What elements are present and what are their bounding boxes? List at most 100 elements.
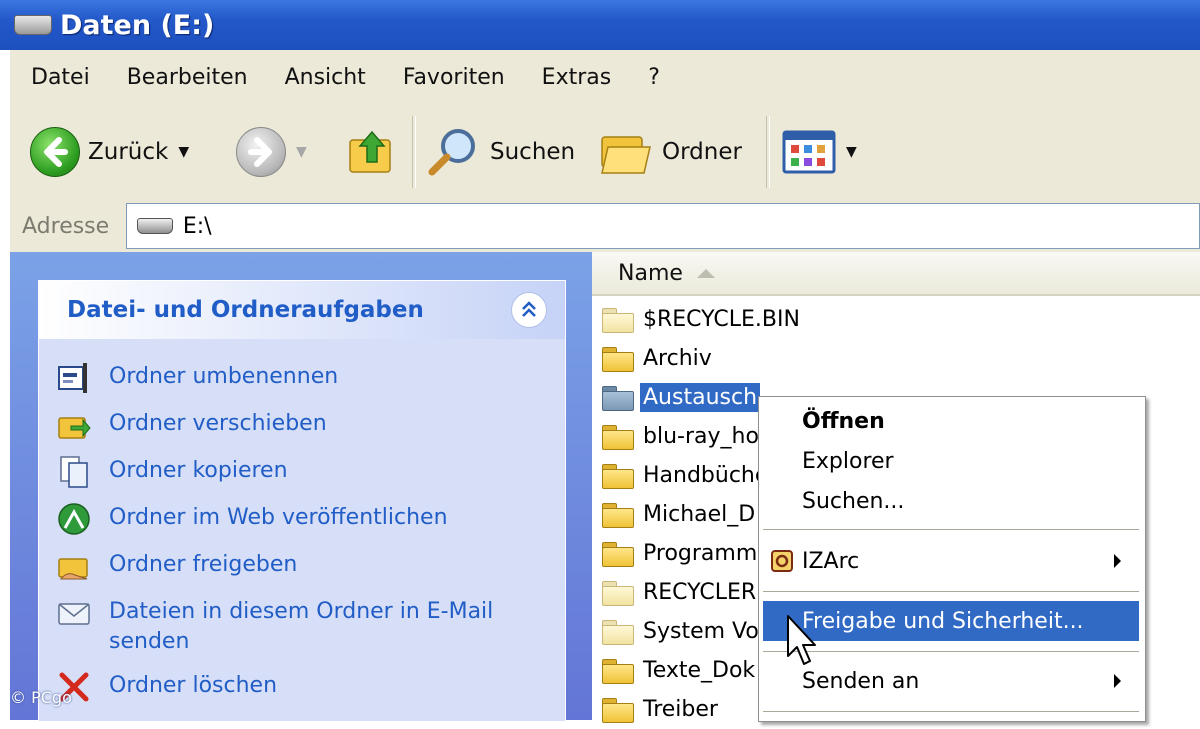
collapse-button[interactable] <box>511 292 547 328</box>
task-label: Dateien in diesem Ordner in E-Mail sende… <box>109 599 494 654</box>
folder-icon <box>602 619 634 645</box>
menu-item-label: Öffnen <box>802 408 885 434</box>
menu-item-label: Explorer <box>802 448 894 474</box>
izarc-icon <box>771 550 793 572</box>
address-input[interactable]: E:\ <box>125 203 1200 249</box>
watermark: © PCgo <box>10 688 72 707</box>
drive-icon <box>14 15 52 35</box>
file-folder-tasks-box: Datei- und Ordneraufgaben Ordner umbenen… <box>38 280 566 721</box>
chevron-up-icon <box>522 301 536 317</box>
task-label: Ordner freigeben <box>109 552 298 577</box>
submenu-arrow-icon <box>1114 674 1121 688</box>
rename-icon <box>58 363 87 393</box>
folder-icon <box>602 502 634 528</box>
file-name: Texte_Dok <box>643 658 756 683</box>
folders-button[interactable]: Ordner <box>600 126 742 178</box>
menu-item-label: Freigabe und Sicherheit... <box>802 608 1084 634</box>
sort-ascending-icon <box>696 268 715 278</box>
context-explorer[interactable]: Explorer <box>763 441 1139 481</box>
menu-extras[interactable]: Extras <box>542 65 612 90</box>
submenu-arrow-icon <box>1114 554 1121 568</box>
menu-separator <box>763 529 1139 530</box>
address-label: Adresse <box>22 213 110 239</box>
file-name: Handbüche <box>643 463 769 488</box>
folder-icon <box>602 463 634 489</box>
views-button[interactable]: ▼ <box>782 126 857 178</box>
tasks-title: Datei- und Ordneraufgaben <box>67 297 424 323</box>
tasks-header[interactable]: Datei- und Ordneraufgaben <box>39 281 565 339</box>
list-item[interactable]: $RECYCLE.BIN <box>602 300 1200 339</box>
task-copy-folder[interactable]: Ordner kopieren <box>57 455 557 489</box>
folder-icon <box>602 346 634 372</box>
task-publish-web[interactable]: Ordner im Web veröffentlichen <box>57 502 557 536</box>
task-rename-folder[interactable]: Ordner umbenennen <box>57 361 557 395</box>
toolbar-separator <box>412 116 416 188</box>
share-icon <box>58 558 88 580</box>
forward-dropdown-icon[interactable]: ▼ <box>296 144 307 160</box>
task-label: Ordner kopieren <box>109 458 288 483</box>
file-name: System Vo <box>643 619 759 644</box>
context-menu: Öffnen Explorer Suchen... IZArc Freigabe… <box>758 396 1146 722</box>
task-label: Ordner löschen <box>109 673 278 698</box>
task-label: Ordner im Web veröffentlichen <box>109 505 448 530</box>
folder-up-icon <box>349 130 391 173</box>
menu-datei[interactable]: Datei <box>31 65 90 90</box>
folder-icon <box>602 385 634 411</box>
column-header-name[interactable]: Name <box>592 252 1200 296</box>
task-delete-folder[interactable]: Ordner löschen <box>57 670 557 704</box>
drive-icon <box>136 218 173 234</box>
file-name: Programme <box>643 541 771 566</box>
copy-icon <box>60 456 88 488</box>
toolbar-separator <box>766 116 770 188</box>
window-title: Daten (E:) <box>60 9 215 41</box>
search-icon <box>428 129 475 176</box>
folders-label: Ordner <box>662 139 742 165</box>
web-publish-icon <box>58 503 90 535</box>
task-label: Ordner umbenennen <box>109 364 339 389</box>
file-name: Michael_D <box>643 502 756 527</box>
folder-icon <box>602 307 634 333</box>
back-button[interactable]: Zurück ▼ <box>30 126 189 178</box>
file-name: Austausch <box>640 383 761 412</box>
column-name-label: Name <box>618 260 683 286</box>
context-izarc[interactable]: IZArc <box>763 541 1139 581</box>
menu-favoriten[interactable]: Favoriten <box>403 65 505 90</box>
folders-icon <box>601 136 651 174</box>
folder-icon <box>602 424 634 450</box>
menu-help[interactable]: ? <box>648 65 660 90</box>
views-dropdown-icon[interactable]: ▼ <box>846 144 857 160</box>
views-icon <box>782 130 836 174</box>
file-name: RECYCLER <box>643 580 757 605</box>
task-share-folder[interactable]: Ordner freigeben <box>57 549 557 583</box>
forward-button[interactable]: ▼ <box>236 126 307 178</box>
folder-icon <box>602 697 634 723</box>
search-button[interactable]: Suchen <box>426 126 575 178</box>
file-name: blu-ray_ho <box>643 424 759 449</box>
email-icon <box>58 603 90 625</box>
context-open[interactable]: Öffnen <box>763 401 1139 441</box>
menu-bar: Datei Bearbeiten Ansicht Favoriten Extra… <box>10 50 1200 105</box>
menu-separator <box>763 591 1139 592</box>
menu-ansicht[interactable]: Ansicht <box>285 65 366 90</box>
task-pane: Datei- und Ordneraufgaben Ordner umbenen… <box>10 252 592 721</box>
list-item[interactable]: Archiv <box>602 339 1200 378</box>
menu-item-label: IZArc <box>802 548 860 574</box>
file-name: Archiv <box>643 346 712 371</box>
task-move-folder[interactable]: Ordner verschieben <box>57 408 557 442</box>
file-name: $RECYCLE.BIN <box>643 307 800 332</box>
back-label: Zurück <box>88 139 169 165</box>
task-label: Ordner verschieben <box>109 411 327 436</box>
task-email-files[interactable]: Dateien in diesem Ordner in E-Mail sende… <box>57 596 557 657</box>
title-bar: Daten (E:) <box>0 0 1200 50</box>
back-dropdown-icon[interactable]: ▼ <box>178 144 189 160</box>
folder-icon <box>602 658 634 684</box>
context-search[interactable]: Suchen... <box>763 481 1139 521</box>
toolbar: Zurück ▼ ▼ Suchen Ordner ▼ <box>10 104 1200 201</box>
up-button[interactable] <box>346 126 396 178</box>
menu-item-label: Senden an <box>802 668 920 694</box>
menu-bearbeiten[interactable]: Bearbeiten <box>127 65 248 90</box>
folder-icon <box>602 541 634 567</box>
address-bar: Adresse E:\ <box>10 200 1200 252</box>
menu-separator <box>763 711 1139 712</box>
folder-icon <box>602 580 634 606</box>
